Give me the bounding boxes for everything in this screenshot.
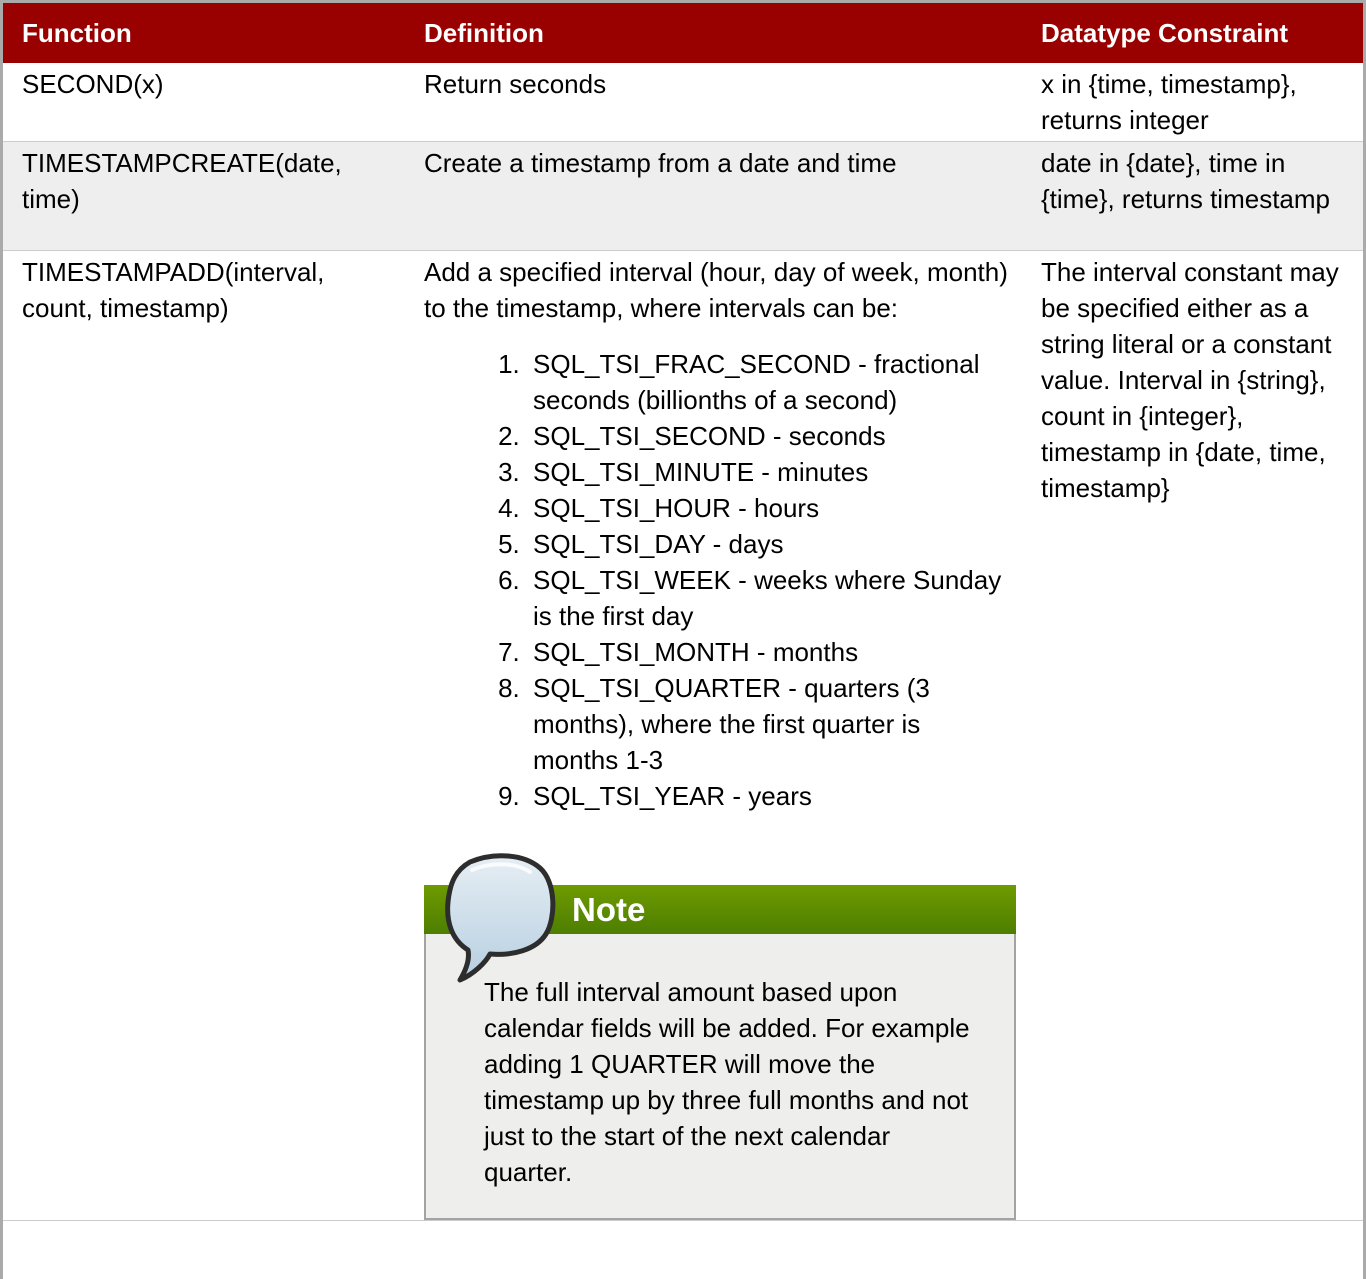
list-item: SQL_TSI_HOUR - hours [527, 490, 1012, 526]
list-item: SQL_TSI_QUARTER - quarters (3 months), w… [527, 670, 1012, 778]
page-frame: Function Definition Datatype Constraint … [0, 0, 1366, 1279]
table-row: TIMESTAMPCREATE(date, time) Create a tim… [3, 141, 1363, 251]
list-item: SQL_TSI_FRAC_SECOND - fractional seconds… [527, 346, 1012, 418]
definition-cell: Return seconds [405, 63, 1022, 142]
interval-list: SQL_TSI_FRAC_SECOND - fractional seconds… [424, 346, 1012, 814]
table-row: TIMESTAMPADD(interval, count, timestamp)… [3, 250, 1363, 1221]
function-cell: TIMESTAMPCREATE(date, time) [3, 141, 405, 251]
list-item: SQL_TSI_DAY - days [527, 526, 1012, 562]
header-definition: Definition [405, 3, 1022, 63]
list-item: SQL_TSI_MINUTE - minutes [527, 454, 1012, 490]
header-function: Function [3, 3, 405, 63]
table-header-row: Function Definition Datatype Constraint [3, 3, 1363, 63]
constraint-cell: date in {date}, time in {time}, returns … [1022, 141, 1363, 251]
list-item: SQL_TSI_MONTH - months [527, 634, 1012, 670]
list-item: SQL_TSI_YEAR - years [527, 778, 1012, 814]
constraint-cell: The interval constant may be specified e… [1022, 250, 1363, 1221]
functions-table: Function Definition Datatype Constraint … [3, 3, 1363, 1221]
constraint-cell: x in {time, timestamp}, returns integer [1022, 63, 1363, 142]
note-title: Note [572, 891, 646, 928]
function-cell: SECOND(x) [3, 63, 405, 142]
list-item: SQL_TSI_WEEK - weeks where Sunday is the… [527, 562, 1012, 634]
definition-text: Add a specified interval (hour, day of w… [424, 257, 1008, 323]
header-datatype-constraint: Datatype Constraint [1022, 3, 1363, 63]
list-item: SQL_TSI_SECOND - seconds [527, 418, 1012, 454]
speech-bubble-icon [445, 853, 556, 983]
definition-cell: Create a timestamp from a date and time [405, 141, 1022, 251]
function-cell: TIMESTAMPADD(interval, count, timestamp) [3, 250, 405, 1221]
note-admonition: The full interval amount based upon cale… [424, 853, 1016, 1220]
definition-cell: Add a specified interval (hour, day of w… [405, 250, 1022, 1221]
table-row: SECOND(x) Return seconds x in {time, tim… [3, 63, 1363, 142]
